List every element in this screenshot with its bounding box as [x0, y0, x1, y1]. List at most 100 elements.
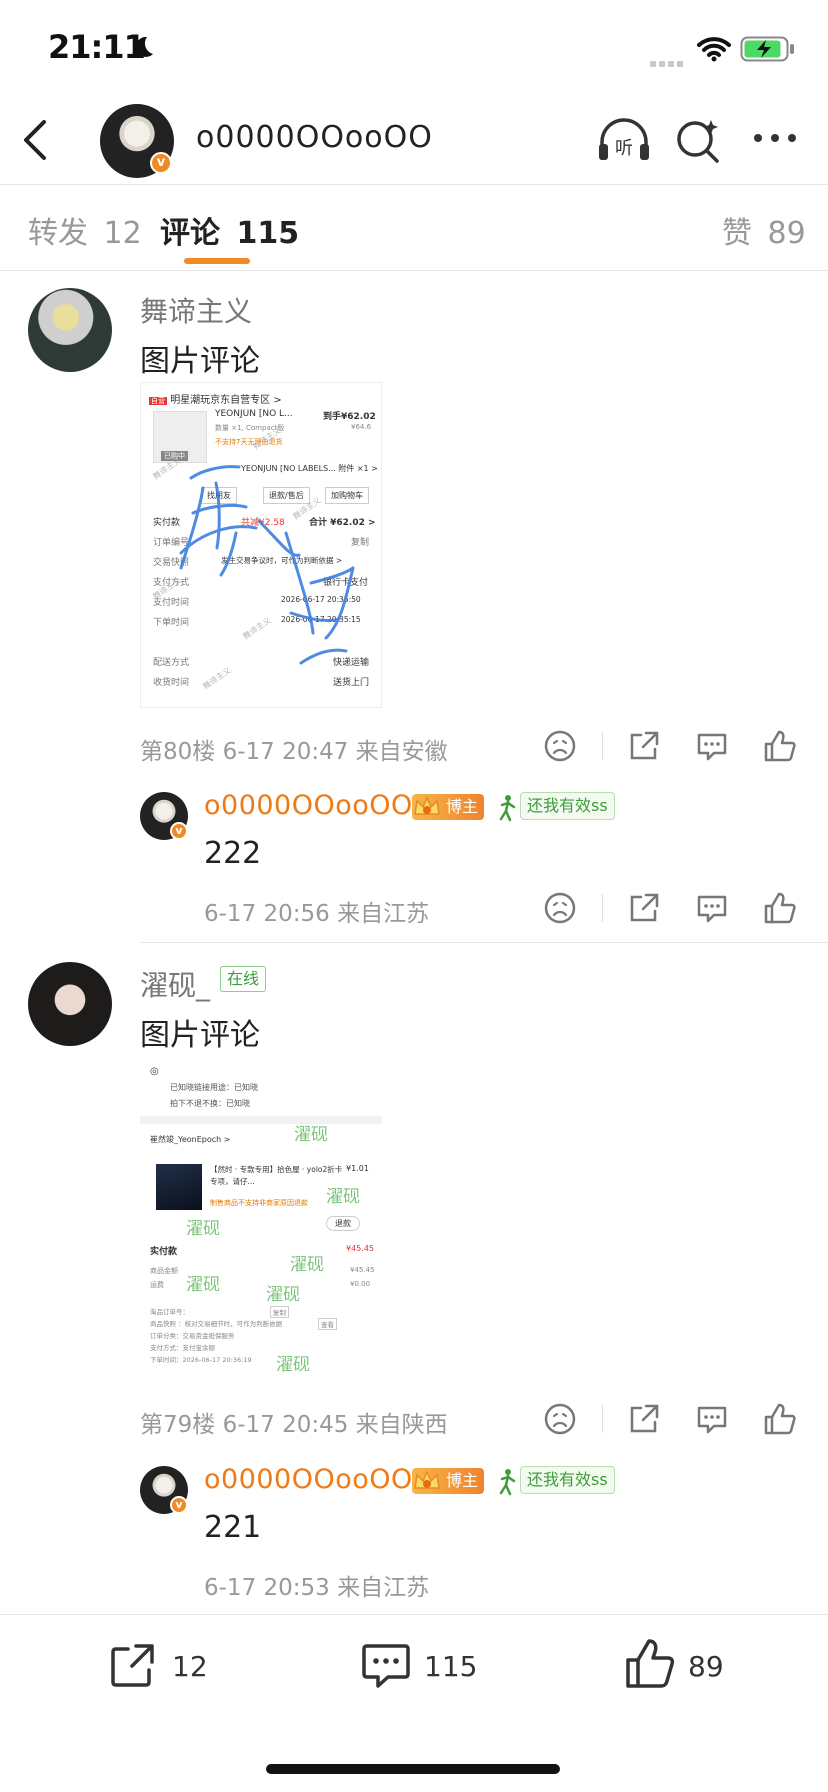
comment-meta: 第80楼 6-17 20:47 来自安徽	[140, 739, 448, 765]
watermark-text: 濯砚	[326, 1187, 360, 1207]
active-tab-indicator	[184, 258, 250, 264]
img-notice: 制售商品不支持非商家原因退款	[210, 1199, 308, 1207]
tab-comment-label: 评论	[160, 216, 220, 251]
img-paid-val: ¥45.45	[346, 1244, 374, 1253]
battery-charging-icon	[740, 36, 794, 62]
crown-level-icon	[414, 796, 440, 815]
weibo-comment-page: 21:11 v o0000OOooOO 听 转发 12 评论 115 赞 89 …	[0, 0, 828, 1792]
watermark-text: 濯砚	[294, 1125, 328, 1145]
repost-count[interactable]: 12	[172, 1650, 208, 1683]
reply-text: 222	[204, 836, 262, 871]
handwritten-signature-overlay	[179, 465, 355, 665]
tab-like-label: 赞	[722, 216, 752, 251]
verified-badge-icon: v	[150, 152, 172, 174]
comment-text: 图片评论	[140, 1018, 260, 1053]
tab-comment[interactable]: 评论 115	[160, 208, 299, 252]
share-icon[interactable]	[626, 890, 662, 926]
img-copy: 复制	[270, 1306, 289, 1318]
share-icon[interactable]	[626, 728, 662, 764]
like-thumb-icon[interactable]	[762, 1401, 798, 1437]
blogger-badge-label: 博主	[446, 797, 479, 816]
tab-repost-count: 12	[103, 216, 142, 251]
runner-figure-icon	[499, 1469, 516, 1496]
verified-badge-icon: v	[170, 822, 188, 840]
dislike-face-icon[interactable]	[542, 728, 578, 764]
action-separator	[602, 732, 603, 760]
watermark-text: 濯砚	[186, 1275, 220, 1295]
svg-text:听: 听	[615, 138, 633, 159]
comment-image[interactable]: 自营 明星潮玩京东自营专区 > 已购中 YEONJUN [NO L... 到手¥…	[140, 382, 382, 708]
repost-icon[interactable]	[108, 1640, 158, 1690]
wifi-icon	[697, 37, 731, 62]
back-arrow-icon[interactable]	[20, 118, 52, 162]
listen-headphone-icon[interactable]: 听	[596, 118, 652, 162]
runner-figure-icon	[499, 795, 516, 822]
like-count[interactable]: 89	[688, 1650, 724, 1683]
reply-text: 221	[204, 1510, 262, 1545]
cellular-signal-icon	[650, 52, 686, 71]
tab-repost-label: 转发	[28, 216, 88, 251]
comment-image[interactable]: ◎ 已知晓链接用途：已知晓 拍下不退不换：已知晓 崔然竣_YeonEpoch >…	[140, 1058, 382, 1380]
img-line1: 已知晓链接用途：已知晓	[170, 1083, 258, 1092]
comment-author[interactable]: 濯砚_	[140, 964, 210, 1004]
fan-tag: 还我有效ss	[520, 1466, 615, 1494]
img-refund: 退款	[326, 1216, 360, 1231]
img-freight-val: ¥0.00	[350, 1280, 371, 1288]
like-thumb-icon[interactable]	[762, 728, 798, 764]
header-divider	[0, 184, 828, 185]
img-view: 查看	[318, 1318, 337, 1330]
blogger-badge-label: 博主	[446, 1471, 479, 1490]
like-thumb-icon[interactable]	[762, 890, 798, 926]
img-goods-amount: 商品金额	[150, 1267, 178, 1275]
like-thumb-icon[interactable]	[624, 1636, 676, 1690]
search-icon[interactable]	[676, 118, 722, 164]
img-goods-val: ¥45.45	[350, 1266, 375, 1274]
comment-meta: 第79楼 6-17 20:45 来自陕西	[140, 1412, 448, 1438]
watermark-text: 濯砚	[276, 1355, 310, 1375]
fan-tag: 还我有效ss	[520, 792, 615, 820]
img-shop: 崔然竣_YeonEpoch >	[150, 1135, 231, 1144]
more-icon[interactable]	[752, 132, 798, 144]
img-snapshot: 商品快照 ：核对交易细节时，可作为判断依据	[150, 1320, 283, 1328]
tab-comment-count: 115	[236, 216, 300, 251]
comment-bubble-icon[interactable]	[360, 1640, 412, 1690]
tab-like[interactable]: 赞 89	[722, 208, 806, 252]
reply-meta: 6-17 20:53 来自江苏	[204, 1575, 430, 1601]
reply-author[interactable]: o0000OOooOO	[204, 790, 413, 821]
action-separator	[602, 894, 603, 922]
watermark-text: 濯砚	[266, 1285, 300, 1305]
comment-author[interactable]: 舞谛主义	[140, 290, 252, 330]
verified-badge-icon: v	[170, 1496, 188, 1514]
comment-icon[interactable]	[694, 728, 730, 764]
comment-avatar[interactable]	[28, 962, 112, 1046]
home-indicator	[266, 1764, 560, 1774]
img-order-class: 订单分类：交易资金担保服务	[150, 1332, 235, 1340]
img-pay-method: 支付方式：支付宝余额	[150, 1344, 215, 1352]
reply-author[interactable]: o0000OOooOO	[204, 1464, 413, 1495]
comment-icon[interactable]	[694, 1401, 730, 1437]
img-order-time: 下单时间：2026-06-17 20:36:19	[150, 1356, 252, 1364]
dislike-face-icon[interactable]	[542, 890, 578, 926]
action-separator	[602, 1405, 603, 1433]
comment-divider	[140, 942, 828, 943]
comment-icon[interactable]	[694, 890, 730, 926]
online-status-badge: 在线	[220, 966, 267, 992]
img-order-no: 淘品订单号：	[150, 1308, 189, 1316]
comment-text: 图片评论	[140, 344, 260, 379]
dislike-face-icon[interactable]	[542, 1401, 578, 1437]
reply-meta: 6-17 20:56 来自江苏	[204, 901, 430, 927]
img-paid-label: 实付款	[150, 1247, 178, 1257]
header-title[interactable]: o0000OOooOO	[196, 120, 433, 155]
tabs-divider	[0, 270, 828, 271]
comment-count[interactable]: 115	[424, 1650, 477, 1683]
moon-icon	[135, 36, 153, 57]
tab-like-count: 89	[767, 216, 806, 251]
watermark-text: 濯砚	[186, 1219, 220, 1239]
watermark-text: 濯砚	[290, 1255, 324, 1275]
img-line2: 拍下不退不换：已知晓	[170, 1099, 250, 1108]
comment-avatar[interactable]	[28, 288, 112, 372]
tab-repost[interactable]: 转发 12	[28, 208, 142, 252]
share-icon[interactable]	[626, 1401, 662, 1437]
crown-level-icon	[414, 1470, 440, 1489]
img-price: ¥1.01	[346, 1164, 369, 1173]
